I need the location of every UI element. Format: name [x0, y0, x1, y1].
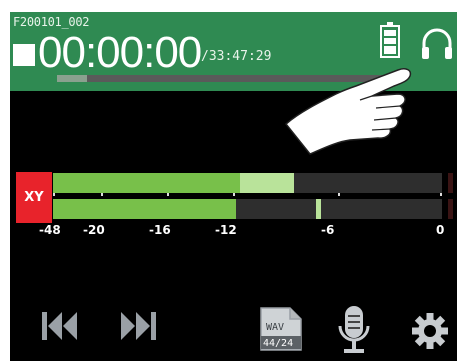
meter-tick: [53, 193, 55, 196]
meter-tick: [338, 193, 340, 196]
level-meter-right-fill: [53, 199, 236, 219]
file-format-icon: WAV 44/24: [260, 307, 302, 351]
meter-tick: [440, 193, 442, 196]
level-meter-left-peak: [240, 173, 294, 193]
gear-icon[interactable]: [411, 312, 449, 350]
fast-forward-icon[interactable]: [118, 306, 158, 346]
level-meter-left: [53, 173, 442, 193]
meter-tick: [101, 193, 103, 196]
level-meter-right: [53, 199, 442, 219]
elapsed-time: 00:00:00: [38, 28, 202, 77]
rewind-icon[interactable]: [40, 306, 80, 346]
recorder-screen: F200101_002 00:00:00 /33:47:29 XY -48 -2…: [10, 12, 457, 361]
meter-tick-row: [53, 193, 442, 196]
level-meter-right-peak: [316, 199, 321, 219]
pointing-hand-icon: [285, 68, 412, 155]
battery-icon: [380, 22, 400, 58]
clip-indicator-left: [448, 173, 453, 193]
scale-label: -16: [149, 223, 171, 237]
file-name: F200101_002: [13, 15, 90, 29]
track-badge-xy: XY: [16, 172, 52, 223]
meter-tick: [167, 193, 169, 196]
level-meter-left-fill: [53, 173, 240, 193]
clip-indicator-right: [448, 199, 453, 219]
microphone-icon[interactable]: [338, 304, 370, 356]
stop-icon: [13, 44, 35, 66]
scale-label: -20: [83, 223, 105, 237]
scale-label: -48: [39, 223, 61, 237]
meter-tick: [233, 193, 235, 196]
remaining-time: /33:47:29: [201, 49, 272, 64]
recording-progress-fill: [57, 75, 87, 82]
format-rate: 44/24: [263, 338, 293, 349]
scale-label: 0: [436, 223, 445, 237]
headphone-icon[interactable]: [419, 26, 455, 62]
format-type: WAV: [266, 322, 284, 333]
scale-label: -12: [215, 223, 237, 237]
file-format-button[interactable]: WAV 44/24: [258, 307, 304, 351]
scale-label: -6: [321, 223, 335, 237]
